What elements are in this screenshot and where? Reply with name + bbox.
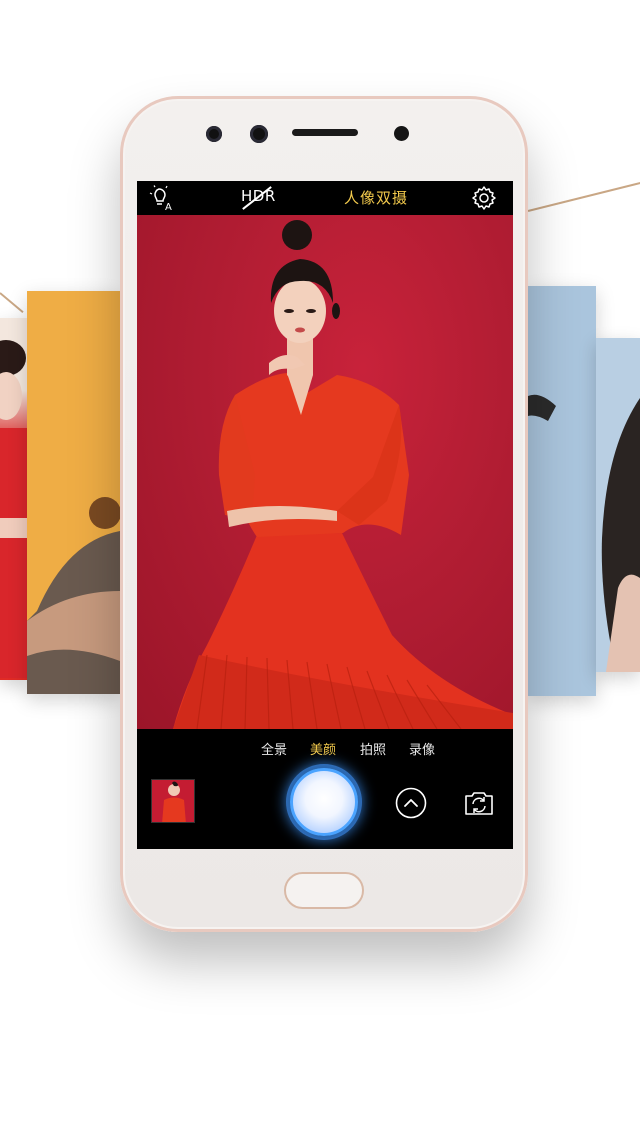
gallery-thumbnail[interactable]	[151, 779, 195, 823]
camera-screen: A HDR 人像双摄	[137, 181, 513, 849]
chevron-up-icon[interactable]	[395, 787, 427, 819]
hanging-string-right	[527, 181, 640, 212]
background-photo-blue	[528, 286, 596, 696]
mode-panorama[interactable]: 全景	[261, 739, 287, 758]
mode-selector: 全景 美颜 拍照 录像	[137, 739, 513, 759]
camera-controls: 全景 美颜 拍照 录像	[137, 729, 513, 849]
front-camera-secondary-icon	[250, 125, 268, 143]
camera-topbar: A HDR 人像双摄	[137, 181, 513, 215]
background-photo-red	[0, 318, 27, 680]
home-button[interactable]	[284, 872, 364, 909]
background-photo-blue-dark	[596, 338, 640, 672]
proximity-sensor-icon	[394, 126, 409, 141]
shutter-button[interactable]	[290, 768, 358, 836]
camera-switch-icon[interactable]	[463, 789, 495, 817]
camera-viewfinder[interactable]	[137, 215, 513, 729]
background-photo-yellow	[27, 291, 120, 694]
gear-icon[interactable]	[471, 185, 497, 211]
mode-beauty[interactable]: 美颜	[310, 739, 336, 758]
bulb-auto-icon[interactable]: A	[149, 185, 175, 213]
earpiece-speaker	[292, 129, 358, 136]
mode-video[interactable]: 录像	[409, 739, 435, 758]
mode-photo[interactable]: 拍照	[360, 739, 386, 758]
portrait-dual-camera-title: 人像双摄	[344, 189, 409, 207]
hanging-string-left	[0, 292, 24, 314]
portrait-subject-image	[173, 220, 513, 729]
svg-text:A: A	[165, 202, 172, 211]
front-camera-icon	[206, 126, 222, 142]
